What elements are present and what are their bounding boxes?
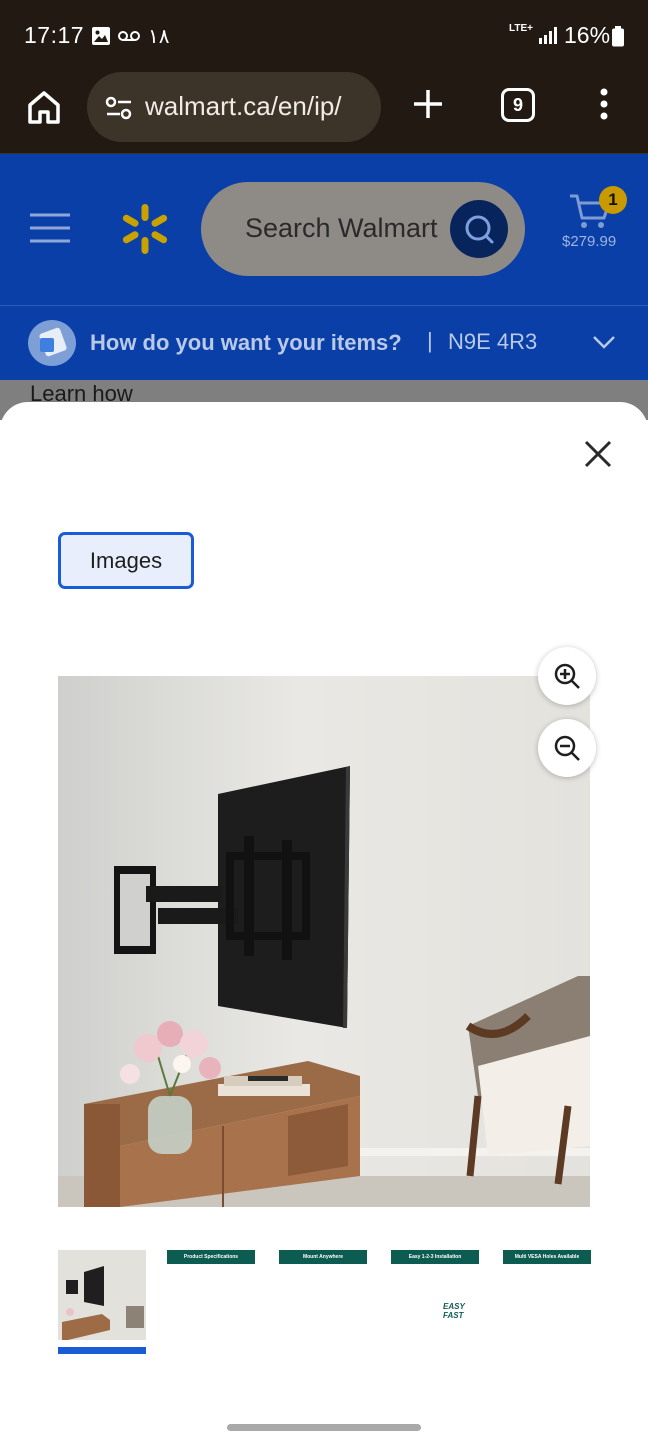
close-icon[interactable] [578,434,618,474]
tab-switcher-button[interactable]: 9 [501,88,535,122]
voicemail-icon [118,31,140,41]
notification-count: ١٨ [148,26,170,48]
thumbnail-header: Product Specifications [167,1250,255,1264]
image-icon [92,27,110,45]
gesture-home-indicator [227,1424,421,1431]
thumbnail-4[interactable]: Easy 1-2-3 Installation EASY FAST [391,1250,479,1340]
zoom-out-icon [554,735,580,761]
chevron-down-icon[interactable] [592,334,616,350]
tab-images[interactable]: Images [58,532,194,589]
cart-button[interactable]: 1 $279.99 [562,186,627,256]
image-viewer-modal: Images Product Specifications Mount Anyw… [0,402,648,1440]
thumbnail-3[interactable]: Mount Anywhere [279,1250,367,1340]
thumbnail-strip: Product Specifications Mount Anywhere Ea… [58,1250,598,1360]
home-icon[interactable] [22,85,66,129]
thumbnail-header: Easy 1-2-3 Installation [391,1250,479,1264]
thumbnail-header: Mount Anywhere [279,1250,367,1264]
cart-total: $279.99 [562,233,617,250]
delivery-options-bar[interactable]: How do you want your items? | N9E 4R3 [0,306,648,380]
browser-toolbar: walmart.ca/en/ip/ 9 [0,72,648,154]
thumbnail-overlay-text: EASY FAST [443,1302,465,1320]
battery-icon [612,26,624,47]
delivery-icon [28,320,76,366]
walmart-spark-logo[interactable] [118,202,172,256]
zoom-in-button[interactable] [538,647,596,705]
thumbnail-1[interactable] [58,1250,146,1340]
status-bar: 17:17 ١٨ LTE+ 16% [0,0,648,72]
postal-code: N9E 4R3 [448,329,538,354]
delivery-question: How do you want your items? [90,330,402,355]
url-text[interactable]: walmart.ca/en/ip/ [145,91,342,122]
thumbnail-2[interactable]: Product Specifications [167,1250,255,1340]
signal-icon [539,27,557,44]
network-type: LTE+ [509,23,533,34]
thumbnail-header: Multi VESA Holes Available [503,1250,591,1264]
plus-icon[interactable] [408,84,448,124]
search-icon [465,215,494,244]
search-button[interactable] [450,200,508,258]
main-product-image[interactable] [58,676,590,1207]
cart-count-badge: 1 [599,186,627,214]
zoom-in-icon [554,663,580,689]
more-vert-icon[interactable] [590,84,618,124]
delivery-separator: | [427,328,433,353]
zoom-out-button[interactable] [538,719,596,777]
search-input[interactable]: Search Walmart [201,182,525,276]
battery-percent: 16% [564,22,611,48]
hamburger-menu-icon[interactable] [30,212,70,244]
walmart-header: Search Walmart 1 $279.99 [0,154,648,306]
thumbnail-5[interactable]: Multi VESA Holes Available [503,1250,591,1340]
status-time: 17:17 [24,22,85,48]
active-thumbnail-indicator [58,1347,146,1354]
address-bar[interactable]: walmart.ca/en/ip/ [87,72,381,142]
search-placeholder: Search Walmart [245,213,438,243]
tune-icon[interactable] [105,96,133,120]
